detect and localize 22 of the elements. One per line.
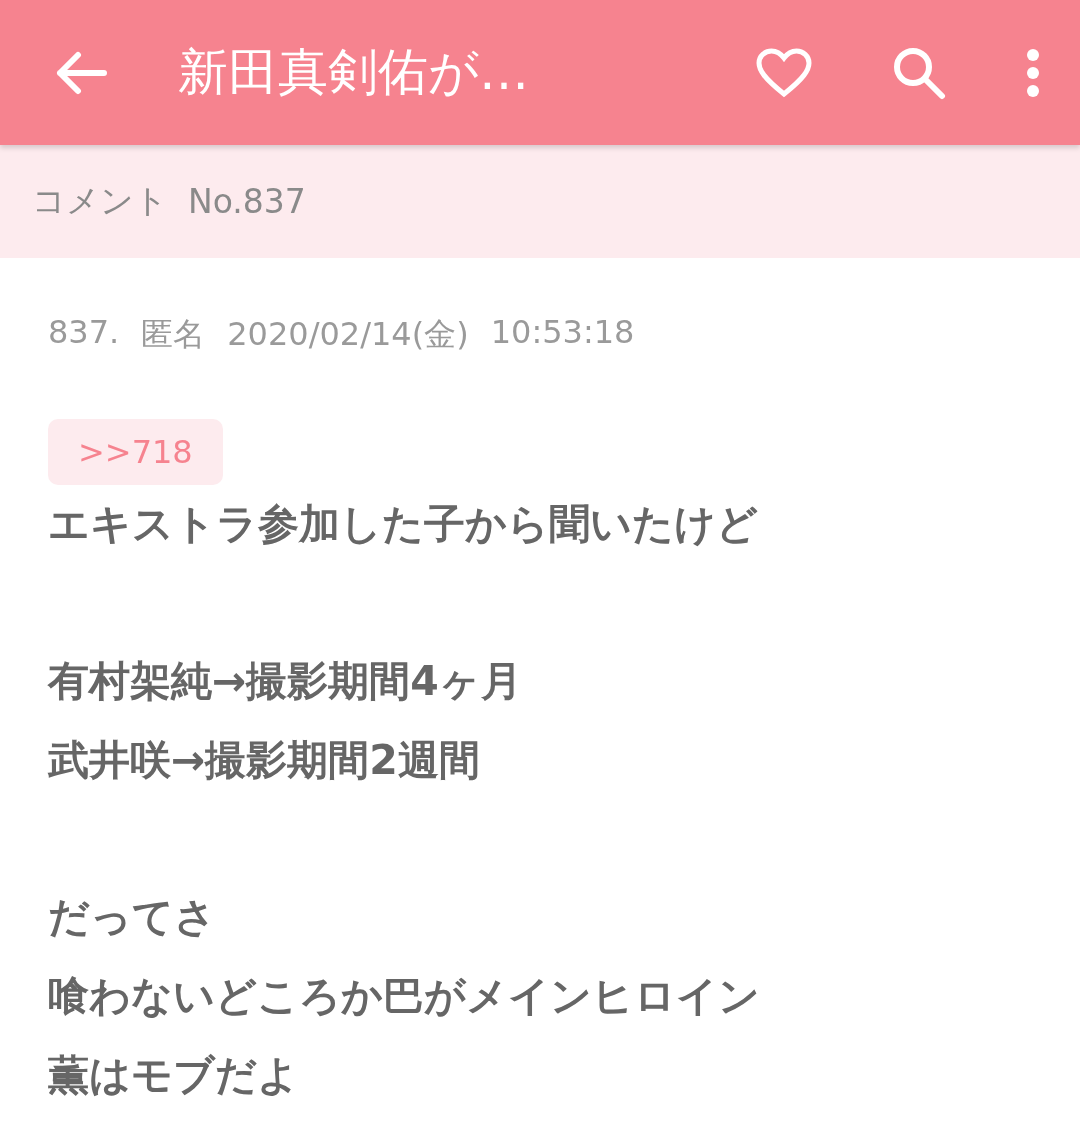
author-name: 匿名 — [141, 314, 206, 355]
comment-number: No.837 — [188, 182, 306, 221]
search-button[interactable] — [892, 45, 946, 100]
comment-text-line: だってさ — [48, 892, 217, 943]
heart-icon — [756, 47, 812, 98]
comment-text-line: 薫はモブだよ — [48, 1050, 300, 1101]
search-icon — [892, 45, 946, 100]
comment-text-line: 武井咲→撮影期間2週間 — [48, 735, 481, 786]
comment-text-line: 喰わないどころか巴がメインヒロイン — [48, 971, 761, 1022]
back-arrow-icon — [56, 50, 108, 95]
comment-text-line: エキストラ参加した子から聞いたけど — [48, 499, 759, 550]
reply-link[interactable]: >>718 — [48, 419, 223, 485]
more-icon — [1026, 47, 1040, 98]
comment-index: 837. — [48, 313, 120, 353]
post-date: 2020/02/14(金) — [227, 314, 469, 355]
comment-text-line: 有村架純→撮影期間4ヶ月 — [48, 656, 523, 707]
more-button[interactable] — [1026, 47, 1040, 98]
subheader-label: コメント — [32, 180, 168, 222]
window-title: 新田真剣佑が… — [178, 42, 530, 103]
back-button[interactable] — [56, 50, 108, 95]
post-time: 10:53:18 — [490, 313, 635, 353]
favorite-button[interactable] — [756, 47, 812, 98]
